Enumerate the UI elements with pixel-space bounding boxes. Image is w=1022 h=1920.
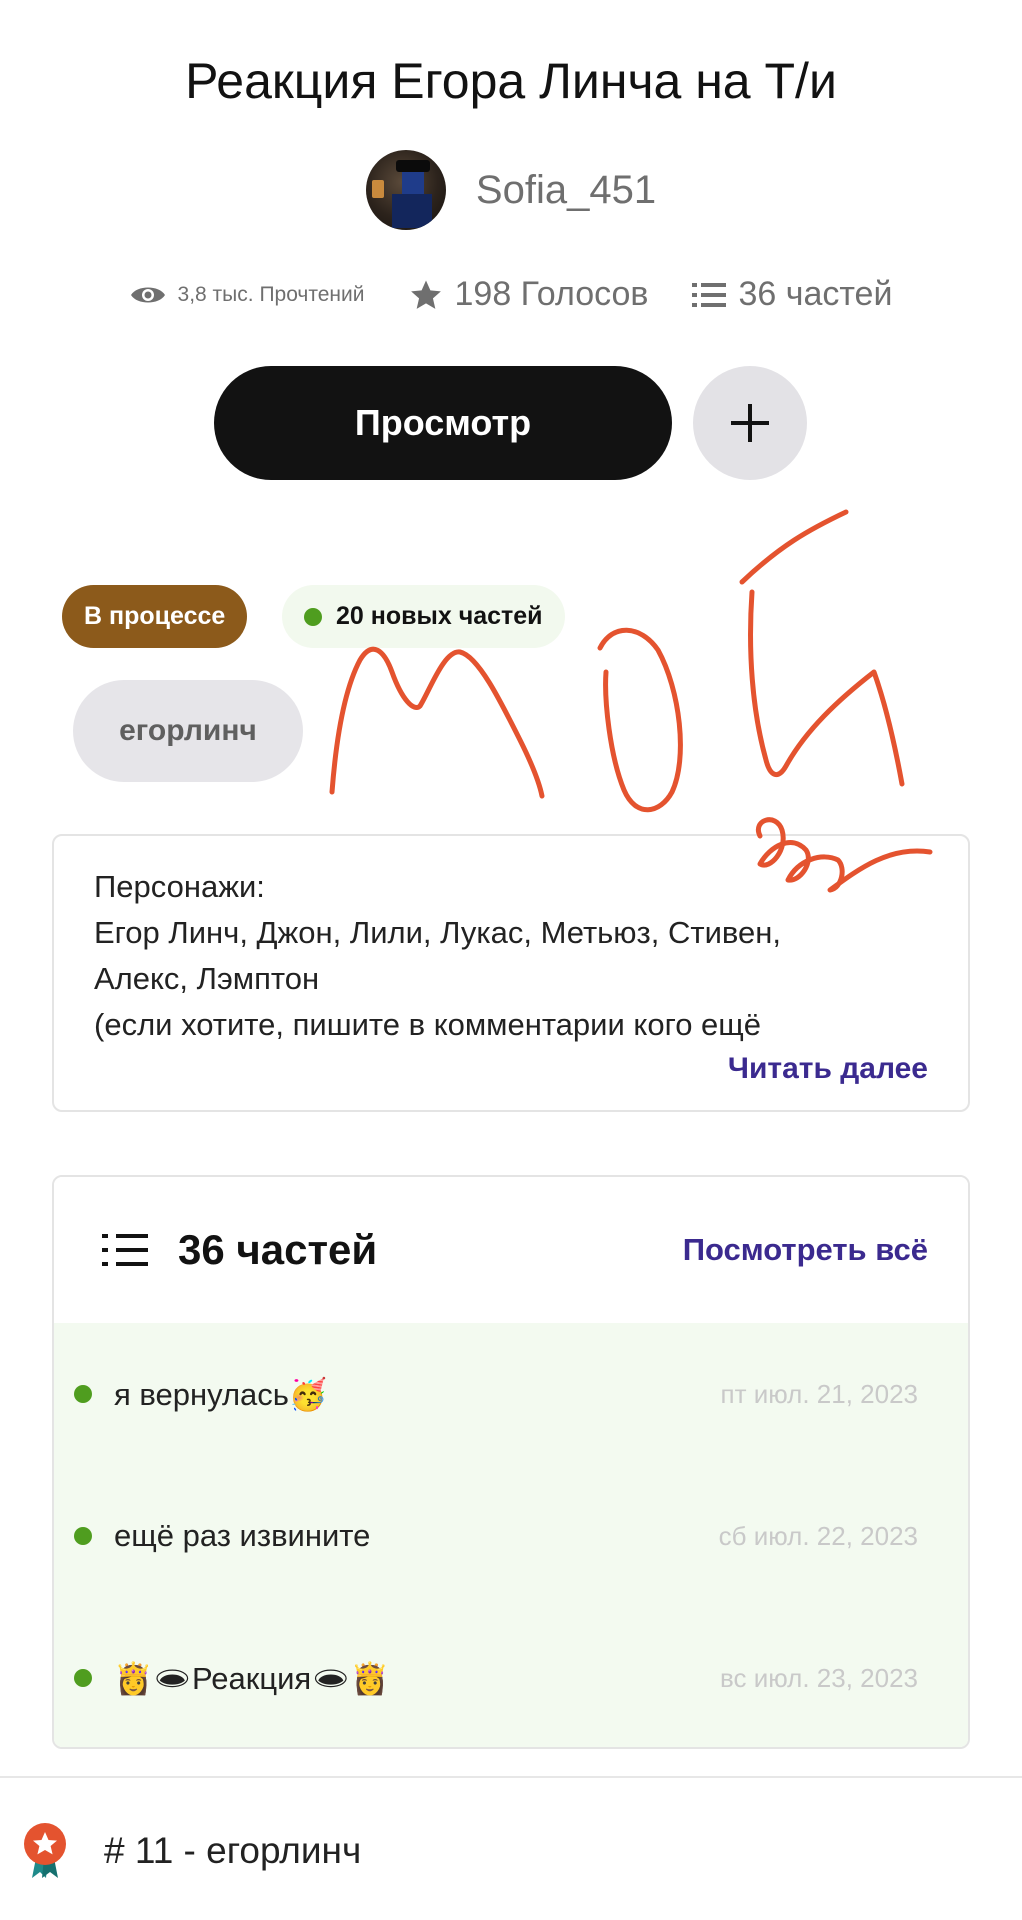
part-title: я вернулась🥳 — [114, 1376, 328, 1412]
list-icon — [102, 1234, 148, 1266]
tag-chip[interactable]: егорлинч — [73, 680, 303, 782]
part-title: ещё раз извините — [114, 1518, 371, 1553]
parts-stat: 36 частей — [692, 275, 892, 314]
eye-icon — [130, 287, 165, 302]
view-button[interactable]: Просмотр — [214, 366, 672, 480]
add-to-library-button[interactable] — [693, 366, 807, 480]
description-line: Егор Линч, Джон, Лили, Лукас, Метьюз, Ст… — [94, 915, 781, 950]
plus-icon — [731, 404, 769, 442]
reads-stat: 3,8 тыс. Прочтений — [130, 283, 365, 307]
author-row[interactable]: Sofia_451 — [0, 150, 1022, 230]
author-avatar[interactable] — [365, 150, 446, 230]
story-stats: 3,8 тыс. Прочтений 198 Голосов 36 частей — [0, 275, 1022, 314]
read-more-link[interactable]: Читать далее — [728, 1052, 928, 1086]
description-line: Персонажи: — [94, 869, 265, 904]
parts-count: 36 частей — [178, 1226, 378, 1273]
description-card: Персонажи: Егор Линч, Джон, Лили, Лукас,… — [52, 834, 970, 1112]
part-item[interactable]: ещё раз извините сб июл. 22, 2023 — [54, 1465, 968, 1607]
part-item[interactable]: 👸🕳Реакция🕳👸 вс июл. 23, 2023 — [54, 1607, 968, 1747]
new-dot-icon — [74, 1669, 92, 1687]
description-text: Персонажи: Егор Линч, Джон, Лили, Лукас,… — [94, 864, 928, 1048]
parts-list: я вернулась🥳 пт июл. 21, 2023 ещё раз из… — [54, 1323, 968, 1747]
description-line: Алекс, Лэмптон — [94, 961, 320, 996]
parts-count-stat: 36 частей — [738, 275, 893, 313]
part-item[interactable]: я вернулась🥳 пт июл. 21, 2023 — [54, 1323, 968, 1465]
new-dot-icon — [74, 1527, 92, 1545]
star-icon — [410, 280, 441, 309]
new-dot-icon — [74, 1385, 92, 1403]
part-date: пт июл. 21, 2023 — [720, 1378, 919, 1409]
description-line: (если хотите, пишите в комментарии кого … — [94, 1007, 762, 1042]
part-title: 👸🕳Реакция🕳👸 — [114, 1660, 390, 1696]
votes-count: 198 Голосов — [454, 275, 649, 313]
ranking-text: # 11 - егорлинч — [104, 1830, 362, 1871]
see-all-link[interactable]: Посмотреть всё — [683, 1232, 928, 1268]
parts-card: 36 частей Посмотреть всё я вернулась🥳 пт… — [52, 1175, 970, 1749]
new-dot-icon — [304, 607, 322, 626]
parts-header: 36 частей Посмотреть всё — [54, 1177, 968, 1323]
reads-count: 3,8 тыс. Прочтений — [177, 282, 365, 306]
new-parts-label: 20 новых частей — [336, 602, 543, 630]
story-page: Реакция Егора Линча на Т/и Sofia_451 3,8… — [0, 0, 1022, 1920]
new-parts-badge: 20 новых частей — [282, 585, 565, 648]
votes-stat: 198 Голосов — [409, 275, 649, 314]
ranking-row[interactable]: # 11 - егорлинч — [22, 1822, 361, 1880]
story-title: Реакция Егора Линча на Т/и — [185, 53, 837, 109]
ranking-medal-icon — [24, 1823, 66, 1878]
part-date: вс июл. 23, 2023 — [719, 1662, 918, 1693]
list-icon — [692, 282, 727, 307]
author-name[interactable]: Sofia_451 — [476, 168, 656, 213]
status-badge: В процессе — [62, 585, 248, 648]
part-date: сб июл. 22, 2023 — [718, 1520, 918, 1551]
divider — [0, 1776, 1022, 1778]
